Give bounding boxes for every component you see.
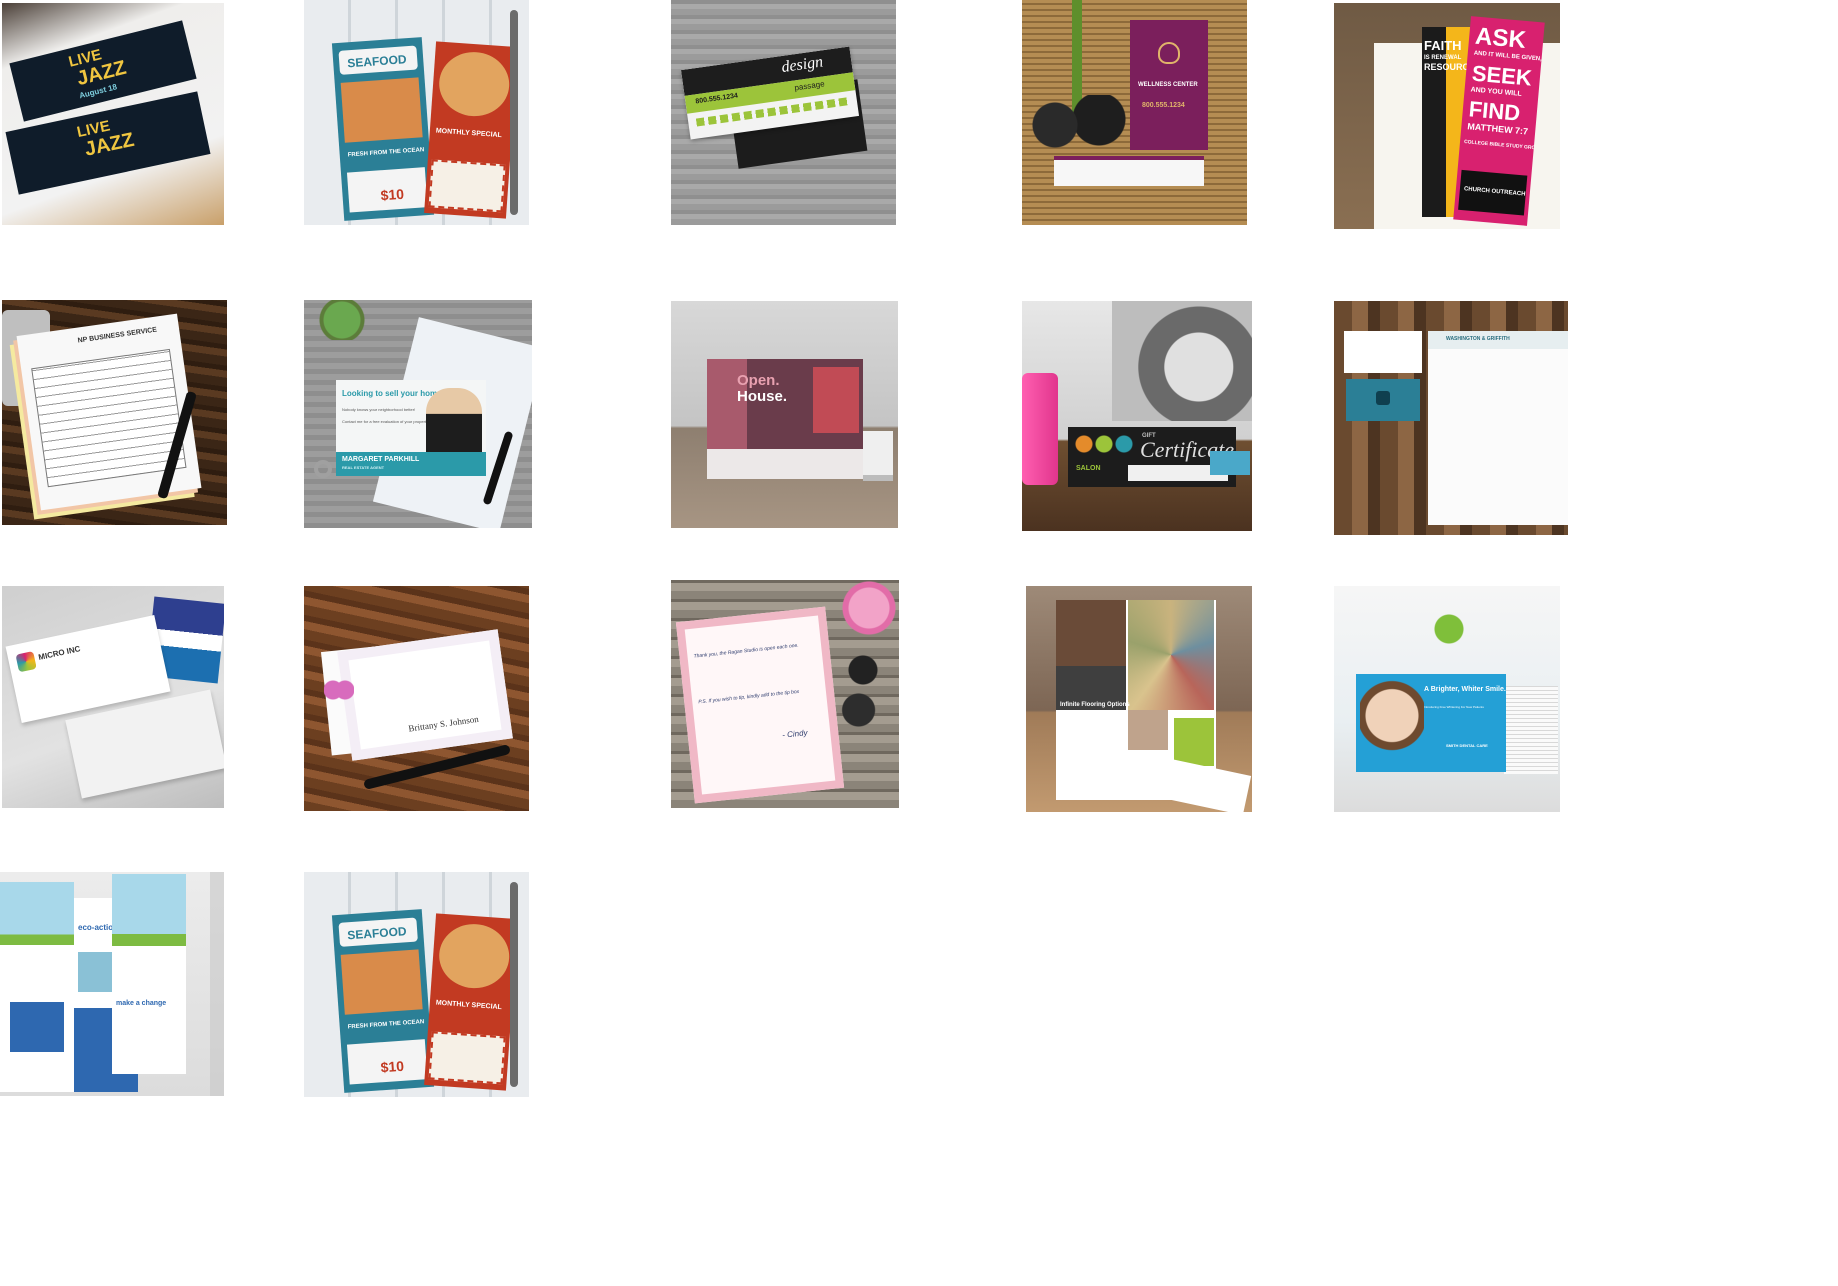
gallery-item-note-cards[interactable]: Brittany S. Johnson <box>304 586 529 811</box>
dental-sub: Introducing Free Whitening For New Patie… <box>1424 705 1484 709</box>
agent-title: REAL ESTATE AGENT <box>342 465 385 470</box>
bookmark-faith-title: FAITH <box>1424 38 1462 53</box>
gallery-item-letterhead[interactable]: WASHINGTON & GRIFFITH <box>1334 301 1568 535</box>
letterhead-business-card <box>1344 331 1422 373</box>
rack-card-price: $10 <box>380 185 405 204</box>
postcard-line1: Nobody knows your neighborhood better! <box>342 407 416 412</box>
postcard-front: Looking to sell your home? Nobody knows … <box>336 380 486 476</box>
letter-sheet: WASHINGTON & GRIFFITH <box>1428 331 1568 525</box>
envelope-company: MICRO INC <box>37 644 82 662</box>
tent-card-house: House. <box>737 388 788 405</box>
dental-card-stack <box>1504 686 1558 774</box>
fork-icon <box>510 10 518 215</box>
fork-icon-2 <box>510 882 518 1087</box>
gallery-item-envelopes[interactable]: MICRO INC <box>2 586 224 808</box>
gallery-item-notepads[interactable]: Thank you, the Ragan Studio is open each… <box>671 580 899 808</box>
form-pad: NP BUSINESS SERVICE <box>16 313 202 511</box>
postcard-line2: Contact me for a free evaluation of your… <box>342 419 429 424</box>
rack-card-red: MONTHLY SPECIAL <box>424 41 518 219</box>
rack-card-special: MONTHLY SPECIAL <box>435 127 503 140</box>
letterhead-company: WASHINGTON & GRIFFITH <box>1446 336 1510 342</box>
gallery-item-gift-certificates[interactable]: GIFT Certificate SALON <box>1022 301 1252 531</box>
flower <box>839 580 899 636</box>
rack-card-red-2: MONTHLY SPECIAL <box>424 913 518 1091</box>
gallery-item-postcards-dental[interactable]: A Brighter, Whiter Smile. Introducing Fr… <box>1334 586 1560 812</box>
gallery-item-carbonless-forms[interactable]: NP BUSINESS SERVICE <box>2 300 227 525</box>
bookmark-faith-sub: RESOURCE <box>1424 62 1470 72</box>
bookmark-find: FIND <box>1467 96 1522 126</box>
gallery-item-event-tickets[interactable]: LIVE JAZZ August 18 LIVE JAZZ <box>2 3 224 225</box>
agent-photo <box>426 388 482 452</box>
folder-title: Infinite Flooring Options <box>1060 702 1130 708</box>
spray-bottles <box>1022 373 1058 485</box>
rack-card-teal: SEAFOOD FRESH FROM THE OCEAN $10 <box>331 37 435 221</box>
smile-photo <box>1360 678 1424 772</box>
bookmark-ask-title: ASK <box>1474 22 1527 54</box>
dental-brand: SMITH DENTAL CARE <box>1446 743 1488 748</box>
gallery-item-presentation-folders[interactable]: Infinite Flooring Options <box>1026 586 1252 812</box>
rack-card-teal-2: SEAFOOD FRESH FROM THE OCEAN $10 <box>331 909 435 1093</box>
letterhead-card-back <box>1346 379 1420 421</box>
gallery-item-business-cards[interactable]: design passage 800.555.1234 <box>671 0 896 225</box>
tent-card: Open. House. <box>707 359 863 479</box>
keys-icon <box>314 460 332 478</box>
gallery-item-postcards-real-estate[interactable]: Looking to sell your home? Nobody knows … <box>304 300 532 528</box>
bookmark-seek: SEEK <box>1470 60 1533 91</box>
bookmark-verse: MATTHEW 7:7 <box>1466 121 1529 137</box>
appointment-card-name: WELLNESS CENTER <box>1138 82 1198 88</box>
dental-headline: A Brighter, Whiter Smile. <box>1424 686 1506 693</box>
appointment-card-back <box>1054 156 1204 186</box>
tent-card-open: Open. <box>737 372 780 389</box>
gallery-item-appointment-cards[interactable]: WELLNESS CENTER 800.555.1234 <box>1022 0 1247 225</box>
appointment-card-phone: 800.555.1234 <box>1142 102 1185 109</box>
form-company: NP BUSINESS SERVICE <box>77 326 158 345</box>
product-gallery: LIVE JAZZ August 18 LIVE JAZZ SEAFOOD FR… <box>0 0 1838 1286</box>
gift-salon: SALON <box>1076 465 1101 472</box>
folder-card <box>1152 756 1252 812</box>
dental-postcard: A Brighter, Whiter Smile. Introducing Fr… <box>1356 674 1506 772</box>
gallery-item-rack-cards-repeat[interactable]: SEAFOOD FRESH FROM THE OCEAN $10 MONTHLY… <box>304 872 529 1097</box>
gallery-item-rack-cards[interactable]: SEAFOOD FRESH FROM THE OCEAN $10 MONTHLY… <box>304 0 529 225</box>
gallery-item-brochures[interactable]: eco-action make a change <box>0 872 224 1096</box>
notepad-line1: Thank you, the Ragan Studio is open each… <box>693 642 799 660</box>
agent-name: MARGARET PARKHILL <box>342 456 420 463</box>
card-stack <box>863 431 893 481</box>
gallery-item-bookmarks[interactable]: FAITH IS RENEWAL RESOURCE ASK AND IT WIL… <box>1334 3 1560 229</box>
notepad-line2: P.S. If you wish to tip, kindly add to t… <box>698 688 800 706</box>
notepad-signature: - Cindy <box>781 728 808 740</box>
brochure-rack <box>0 872 224 1096</box>
rack-card-tagline-2: FRESH FROM THE OCEAN <box>347 1019 425 1031</box>
plant-2 <box>1434 614 1464 664</box>
butterfly-icon <box>324 678 354 702</box>
card-stack-2 <box>1210 451 1250 475</box>
rack-card-price-2: $10 <box>380 1057 405 1076</box>
bookmark-group: COLLEGE BIBLE STUDY GROUP <box>1463 139 1543 152</box>
bookmark-faith-line: IS RENEWAL <box>1424 55 1462 61</box>
stones-2 <box>841 650 885 750</box>
rack-card-tagline: FRESH FROM THE OCEAN <box>347 147 425 159</box>
notepad: Thank you, the Ragan Studio is open each… <box>675 606 845 804</box>
rack-card-special-2: MONTHLY SPECIAL <box>435 999 503 1012</box>
note-card-name: Brittany S. Johnson <box>407 713 480 734</box>
note-card-front: Brittany S. Johnson <box>337 629 513 761</box>
gallery-item-tent-cards[interactable]: Open. House. <box>671 301 898 528</box>
plant <box>318 300 366 340</box>
stones <box>1022 95 1132 155</box>
portrait <box>1112 301 1252 421</box>
appointment-card-front: WELLNESS CENTER 800.555.1234 <box>1130 20 1208 150</box>
